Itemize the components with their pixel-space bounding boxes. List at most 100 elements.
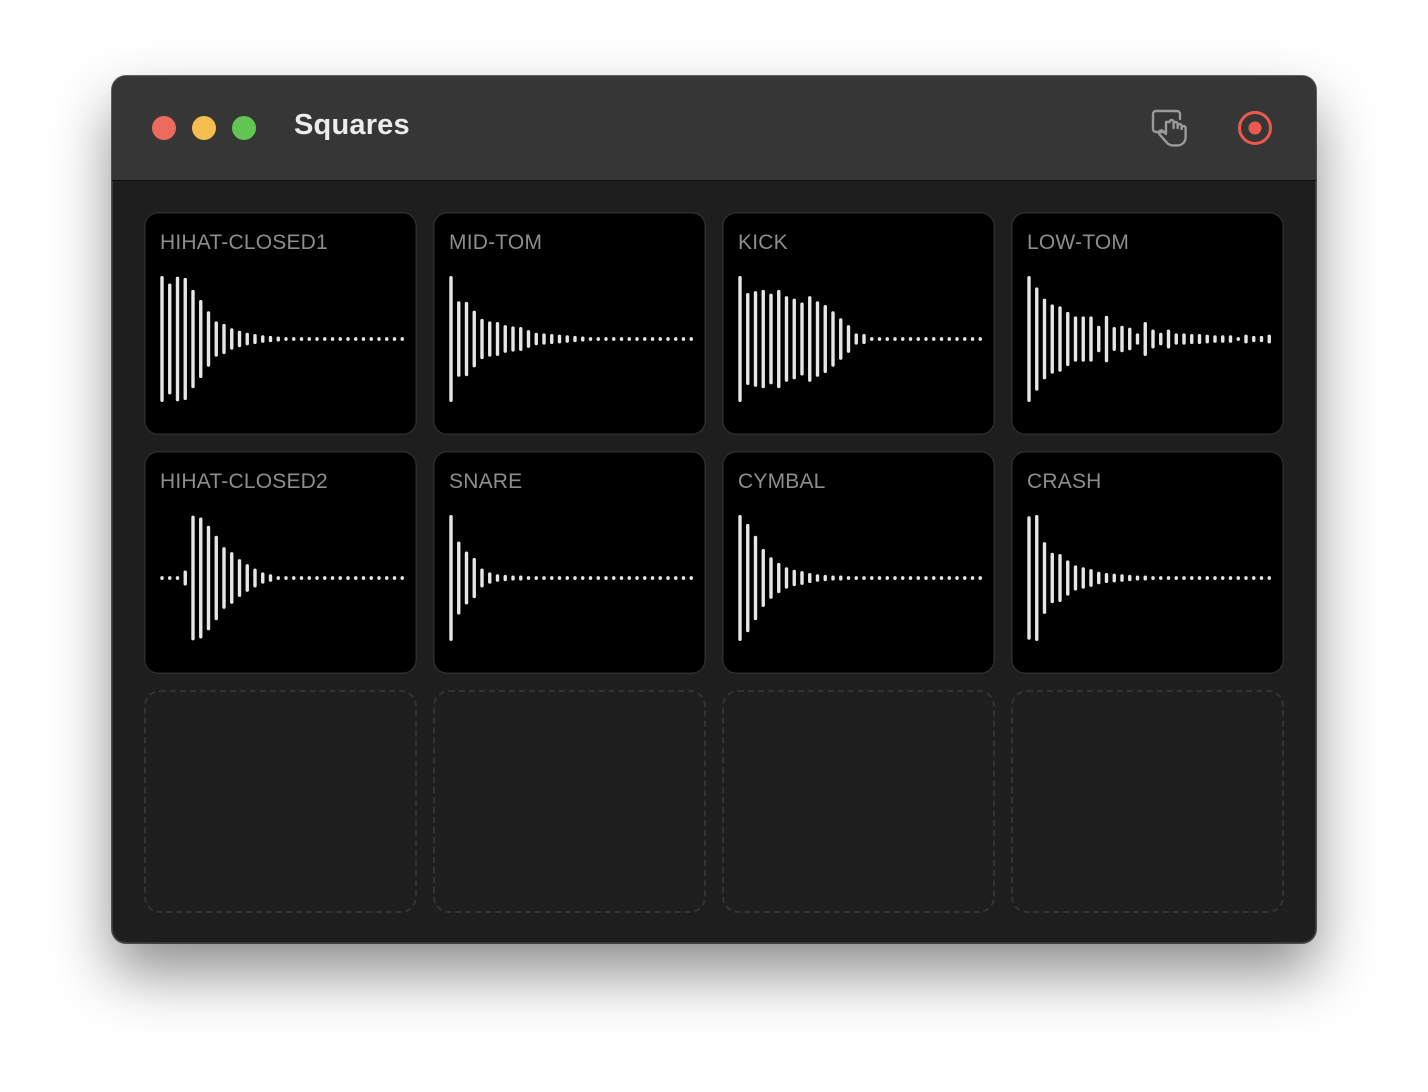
waveform-bar <box>168 576 172 580</box>
waveform-bar <box>970 337 975 341</box>
waveform-bar <box>862 333 866 345</box>
waveform-bar <box>738 276 742 402</box>
waveform-bar <box>777 562 781 594</box>
waveform-bar <box>893 337 897 341</box>
waveform-bar <box>1244 576 1248 580</box>
waveform-bar <box>1112 327 1116 351</box>
waveform-bar <box>464 551 469 605</box>
record-button[interactable] <box>1231 104 1279 152</box>
pad-cymbal[interactable]: CYMBAL <box>722 451 995 674</box>
waveform-bar <box>245 564 249 592</box>
empty-pad-slot[interactable] <box>144 690 417 913</box>
waveform-bar <box>230 328 234 350</box>
waveform-bar <box>346 337 350 341</box>
waveform-bar <box>753 291 758 387</box>
waveform-bar <box>885 337 889 341</box>
waveform-bar <box>924 337 928 341</box>
waveform-bar <box>581 336 585 342</box>
empty-pad-slot[interactable] <box>1011 690 1284 913</box>
waveform-bar <box>261 335 265 343</box>
pad-snare[interactable]: SNARE <box>433 451 706 674</box>
waveform-bar <box>1159 332 1163 346</box>
waveform-bar <box>784 567 789 589</box>
waveform-bar <box>689 337 693 341</box>
pad-crash[interactable]: CRASH <box>1011 451 1284 674</box>
waveform-bar <box>1236 337 1240 341</box>
waveform-bar <box>222 547 226 609</box>
waveform-bar <box>978 337 982 341</box>
waveform-bar <box>901 337 905 341</box>
waveform-bar <box>299 337 304 341</box>
waveform-bar <box>1120 325 1124 353</box>
waveform-bar <box>472 557 476 599</box>
waveform-bar <box>955 576 959 580</box>
waveform-bar <box>681 576 686 580</box>
waveform-bar <box>495 574 500 582</box>
pad-hihat-closed2[interactable]: HIHAT-CLOSED2 <box>144 451 417 674</box>
waveform-bar <box>1252 576 1256 580</box>
waveform-bar <box>862 576 866 580</box>
waveform-bar <box>666 337 670 341</box>
minimize-window-button[interactable] <box>192 116 216 140</box>
empty-pad-slot[interactable] <box>433 690 706 913</box>
touch-mode-button[interactable] <box>1148 104 1196 152</box>
waveform-bar <box>1073 565 1078 591</box>
waveform-bar <box>1073 316 1078 362</box>
waveform <box>738 276 982 402</box>
waveform-bar <box>612 576 616 580</box>
waveform-bar <box>519 327 523 351</box>
title-bar[interactable]: Squares <box>112 76 1316 181</box>
waveform-bar <box>354 337 358 341</box>
waveform-bar <box>689 576 693 580</box>
waveform-bar <box>658 337 662 341</box>
waveform-bar <box>377 337 381 341</box>
record-icon <box>1238 111 1272 145</box>
pad-mid-tom[interactable]: MID-TOM <box>433 212 706 435</box>
waveform-bar <box>488 321 492 357</box>
waveform-bar <box>963 337 967 341</box>
waveform-bar <box>361 576 366 580</box>
pad-low-tom[interactable]: LOW-TOM <box>1011 212 1284 435</box>
waveform-bar <box>377 576 381 580</box>
waveform-bar <box>939 576 944 580</box>
waveform-bar <box>557 576 562 580</box>
waveform-bar <box>330 576 335 580</box>
waveform-bar <box>1174 576 1178 580</box>
waveform-bar <box>1213 576 1217 580</box>
waveform-bar <box>908 576 913 580</box>
waveform-bar <box>1166 329 1171 349</box>
waveform-bar <box>503 325 507 353</box>
waveform-bar <box>596 576 600 580</box>
pad-kick[interactable]: KICK <box>722 212 995 435</box>
waveform-bar <box>612 337 616 341</box>
close-window-button[interactable] <box>152 116 176 140</box>
waveform-bar <box>643 576 647 580</box>
waveform-bar <box>292 576 296 580</box>
window-title: Squares <box>294 109 410 141</box>
waveform-bar <box>877 337 882 341</box>
waveform-bar <box>385 337 389 341</box>
waveform-bar <box>472 310 476 368</box>
waveform-bar <box>738 515 742 641</box>
zoom-window-button[interactable] <box>232 116 256 140</box>
waveform-bar <box>230 552 234 604</box>
waveform-bar <box>346 576 350 580</box>
waveform-bar <box>400 576 404 580</box>
waveform-bar <box>1042 542 1047 614</box>
waveform-bar <box>1221 576 1225 580</box>
waveform-bar <box>268 574 273 582</box>
pad-hihat-closed1[interactable]: HIHAT-CLOSED1 <box>144 212 417 435</box>
waveform-bar <box>831 575 835 581</box>
waveform-bar <box>1089 316 1093 362</box>
waveform-bar <box>1097 325 1101 353</box>
waveform-bar <box>588 576 593 580</box>
empty-pad-slot[interactable] <box>722 690 995 913</box>
pad-grid: HIHAT-CLOSED1 MID-TOM KICK LOW-TOM HIHAT… <box>144 212 1284 913</box>
hand-touch-icon <box>1151 109 1187 147</box>
waveform-bar <box>457 301 461 377</box>
waveform-bar <box>761 289 765 389</box>
waveform-bar <box>619 576 624 580</box>
waveform-bar <box>354 576 358 580</box>
waveform-bar <box>681 337 686 341</box>
waveform-bar <box>1035 287 1039 391</box>
